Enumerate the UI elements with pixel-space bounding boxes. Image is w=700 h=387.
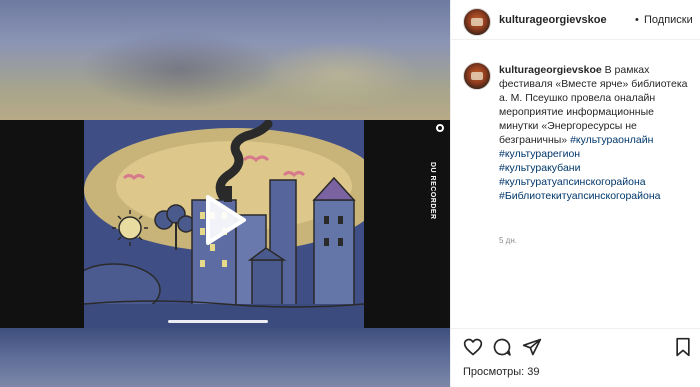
- bookmark-icon: [676, 337, 690, 357]
- play-button[interactable]: [202, 193, 248, 247]
- heart-icon: [463, 338, 483, 356]
- header-username[interactable]: kulturageorgievskoe: [499, 14, 607, 26]
- comment-icon: [493, 338, 511, 356]
- comment-button[interactable]: [492, 337, 512, 357]
- following-button[interactable]: Подписки: [644, 14, 693, 26]
- video-progress-bar[interactable]: [168, 320, 268, 323]
- caption-username[interactable]: kulturageorgievskoe: [499, 64, 602, 76]
- hashtag-link[interactable]: #культуракубани: [499, 161, 695, 175]
- views-label: Просмотры:: [463, 366, 525, 378]
- caption-avatar[interactable]: [463, 62, 491, 90]
- video-letterbox-right: [364, 120, 450, 328]
- hashtag-link[interactable]: #культуратуапсинскогорайона: [499, 175, 695, 189]
- share-button[interactable]: [522, 337, 542, 357]
- blurred-background-bottom: [0, 328, 450, 387]
- post-sidebar: kulturageorgievskoe • Подписки kulturage…: [450, 0, 700, 387]
- share-icon: [522, 338, 542, 356]
- avatar[interactable]: [463, 8, 491, 36]
- save-button[interactable]: [673, 337, 693, 357]
- caption-section: kulturageorgievskoe В рамках фестиваля «…: [451, 40, 700, 320]
- hashtag-link[interactable]: #Библиотекитуапсинскогорайона: [499, 189, 695, 203]
- caption-text: kulturageorgievskoe В рамках фестиваля «…: [499, 63, 695, 203]
- action-bar: [451, 328, 700, 360]
- instagram-post: DU RECORDER kulturageorgievskoe • Подпис…: [0, 0, 700, 387]
- post-media: DU RECORDER: [0, 0, 450, 387]
- views-count[interactable]: Просмотры: 39: [463, 366, 540, 378]
- hashtag-link[interactable]: #культурарегион: [499, 147, 695, 161]
- views-number: 39: [527, 366, 540, 378]
- like-button[interactable]: [463, 337, 483, 357]
- separator-dot: •: [635, 14, 639, 26]
- hashtag-link[interactable]: #культураонлайн: [570, 134, 653, 146]
- post-time[interactable]: 5 дн.: [499, 236, 517, 245]
- blurred-background-top: [0, 0, 450, 120]
- du-recorder-watermark: DU RECORDER: [429, 162, 436, 220]
- play-icon: [206, 195, 246, 245]
- video-letterbox-left: [0, 120, 84, 328]
- du-recorder-logo-icon: [436, 124, 444, 132]
- post-header: kulturageorgievskoe • Подписки: [451, 0, 700, 40]
